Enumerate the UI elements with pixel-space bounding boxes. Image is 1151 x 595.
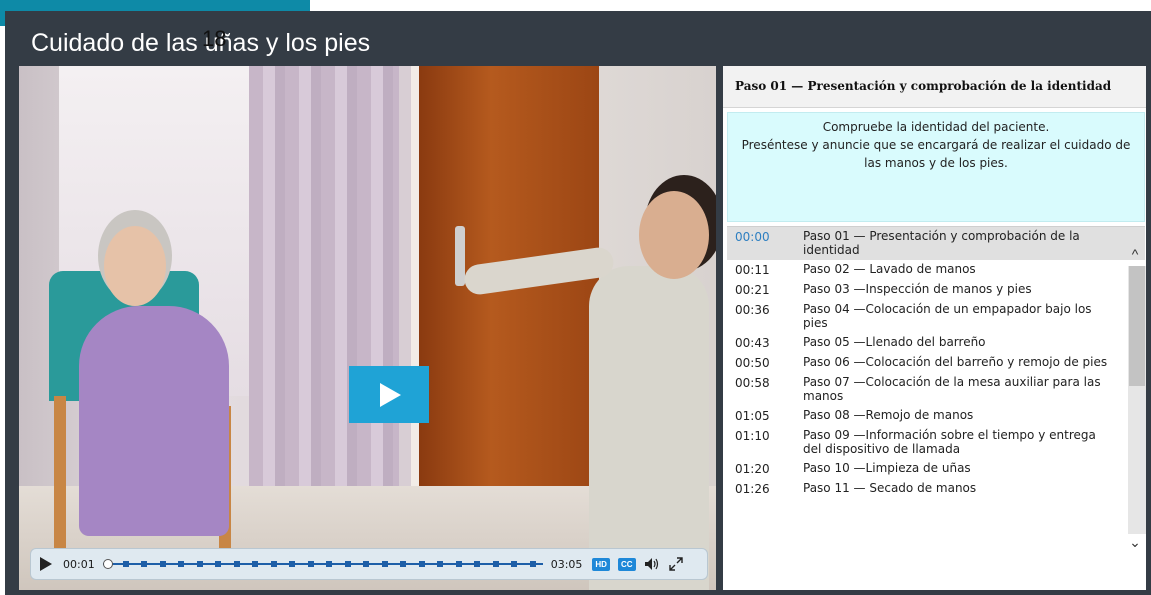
chapter-marker xyxy=(233,561,240,567)
chapter-time: 01:05 xyxy=(735,409,770,423)
volume-icon[interactable] xyxy=(644,557,660,571)
chapter-marker xyxy=(178,561,185,567)
description-line: Preséntese y anuncie que se encargará de… xyxy=(741,138,1131,152)
chapter-time: 00:36 xyxy=(735,303,770,317)
scrollbar-thumb[interactable] xyxy=(1129,266,1145,386)
chapter-marker xyxy=(344,561,351,567)
step-title: Paso 01 — Presentación y comprobación de… xyxy=(723,66,1146,108)
transcript-panel: Paso 01 — Presentación y comprobación de… xyxy=(723,66,1146,590)
chapter-marker xyxy=(141,561,148,567)
scene-nurse xyxy=(589,266,709,590)
chapter-marker xyxy=(474,561,481,567)
total-time: 03:05 xyxy=(550,557,583,571)
control-bar: 00:01 03:05 HD CC xyxy=(30,548,708,580)
chapter-time: 00:11 xyxy=(735,263,770,277)
fullscreen-icon[interactable] xyxy=(668,557,684,571)
chapter-marker xyxy=(418,561,425,567)
chapter-time: 01:20 xyxy=(735,462,770,476)
chapter-item[interactable]: 00:58 Paso 07 —Colocación de la mesa auxi… xyxy=(727,373,1145,406)
big-play-button[interactable] xyxy=(349,366,429,423)
chapter-title: Paso 06 —Colocación del barreño y remojo… xyxy=(803,355,1108,369)
chapter-time: 00:00 xyxy=(735,230,770,244)
chapter-marker xyxy=(511,561,518,567)
scroll-up-icon[interactable]: ^ xyxy=(1128,246,1142,266)
chapter-marker xyxy=(400,561,407,567)
chapter-item[interactable]: 01:26 Paso 11 — Secado de manos xyxy=(727,479,1145,499)
tab-number: 18 xyxy=(202,26,227,51)
chapter-marker xyxy=(529,561,536,567)
chapter-title: Paso 09 —Información sobre el tiempo y e… xyxy=(803,428,1096,456)
video-area[interactable]: 00:01 03:05 HD CC xyxy=(19,66,716,590)
chapter-title: Paso 04 —Colocación de un empapador bajo… xyxy=(803,302,1092,330)
chapter-marker xyxy=(437,561,444,567)
chapter-item[interactable]: 00:21 Paso 03 —Inspección de manos y pies xyxy=(727,280,1145,300)
chapter-title: Paso 02 — Lavado de manos xyxy=(803,262,976,276)
play-icon xyxy=(380,382,401,407)
seek-bar[interactable] xyxy=(102,559,543,569)
chapter-title: Paso 10 —Limpieza de uñas xyxy=(803,461,971,475)
chapter-marker xyxy=(363,561,370,567)
hd-button[interactable]: HD xyxy=(592,557,610,571)
scene-door-handle xyxy=(455,226,465,286)
seek-knob[interactable] xyxy=(102,559,113,569)
scroll-down-icon[interactable]: ⌄ xyxy=(1128,534,1142,554)
chapter-item[interactable]: 01:10 Paso 09 —Información sobre el tiemp… xyxy=(727,426,1145,459)
current-time: 00:01 xyxy=(63,557,95,571)
chapter-marker xyxy=(381,561,388,567)
chapter-marker xyxy=(492,561,499,567)
chapter-time: 00:43 xyxy=(735,336,770,350)
chapter-title: Paso 07 —Colocación de la mesa auxiliar … xyxy=(803,375,1101,403)
page-title: Cuidado de las uñas y los pies xyxy=(31,29,371,57)
chapter-marker xyxy=(326,561,333,567)
chapter-marker xyxy=(289,561,296,567)
scene-nurse-head xyxy=(639,191,709,279)
chapter-title: Paso 03 —Inspección de manos y pies xyxy=(803,282,1032,296)
chapter-time: 00:58 xyxy=(735,376,770,390)
step-description: Compruebe la identidad del paciente. Pre… xyxy=(727,112,1145,222)
scene-patient xyxy=(79,306,229,536)
chapter-marker xyxy=(215,561,222,567)
chapter-time: 00:50 xyxy=(735,356,770,370)
chapter-time: 01:10 xyxy=(735,429,770,443)
chapter-marker xyxy=(455,561,462,567)
chapter-marker xyxy=(252,561,259,567)
description-line: las manos y de los pies. xyxy=(864,156,1008,170)
chapter-item[interactable]: 00:00 Paso 01 — Presentación y comprobaci… xyxy=(727,227,1145,260)
chapter-list: 00:00 Paso 01 — Presentación y comprobaci… xyxy=(727,226,1145,558)
chapter-title: Paso 01 — Presentación y comprobación de… xyxy=(803,229,1080,257)
chapter-time: 00:21 xyxy=(735,283,770,297)
chapter-marker xyxy=(307,561,314,567)
chapter-title: Paso 11 — Secado de manos xyxy=(803,481,977,495)
chapter-title: Paso 08 —Remojo de manos xyxy=(803,408,974,422)
chapter-marker xyxy=(196,561,203,567)
chapter-item[interactable]: 00:50 Paso 06 —Colocación del barreño y r… xyxy=(727,353,1145,373)
chapter-item[interactable]: 01:05 Paso 08 —Remojo de manos xyxy=(727,406,1145,426)
chapter-item[interactable]: 00:36 Paso 04 —Colocación de un empapador… xyxy=(727,300,1145,333)
scene-curtain xyxy=(249,66,399,536)
chapter-time: 01:26 xyxy=(735,482,770,496)
chapter-marker xyxy=(270,561,277,567)
scene-patient-head xyxy=(104,226,166,306)
chapter-marker xyxy=(122,561,129,567)
chapter-item[interactable]: 00:43 Paso 05 —Llenado del barreño xyxy=(727,333,1145,353)
description-line: Compruebe la identidad del paciente. xyxy=(822,120,1050,134)
play-icon[interactable] xyxy=(39,557,53,571)
chapter-item[interactable]: 00:11 Paso 02 — Lavado de manos xyxy=(727,260,1145,280)
chapter-title: Paso 05 —Llenado del barreño xyxy=(803,335,986,349)
chapter-item[interactable]: 01:20 Paso 10 —Limpieza de uñas xyxy=(727,459,1145,479)
cc-button[interactable]: CC xyxy=(617,557,636,571)
chapter-marker xyxy=(159,561,166,567)
